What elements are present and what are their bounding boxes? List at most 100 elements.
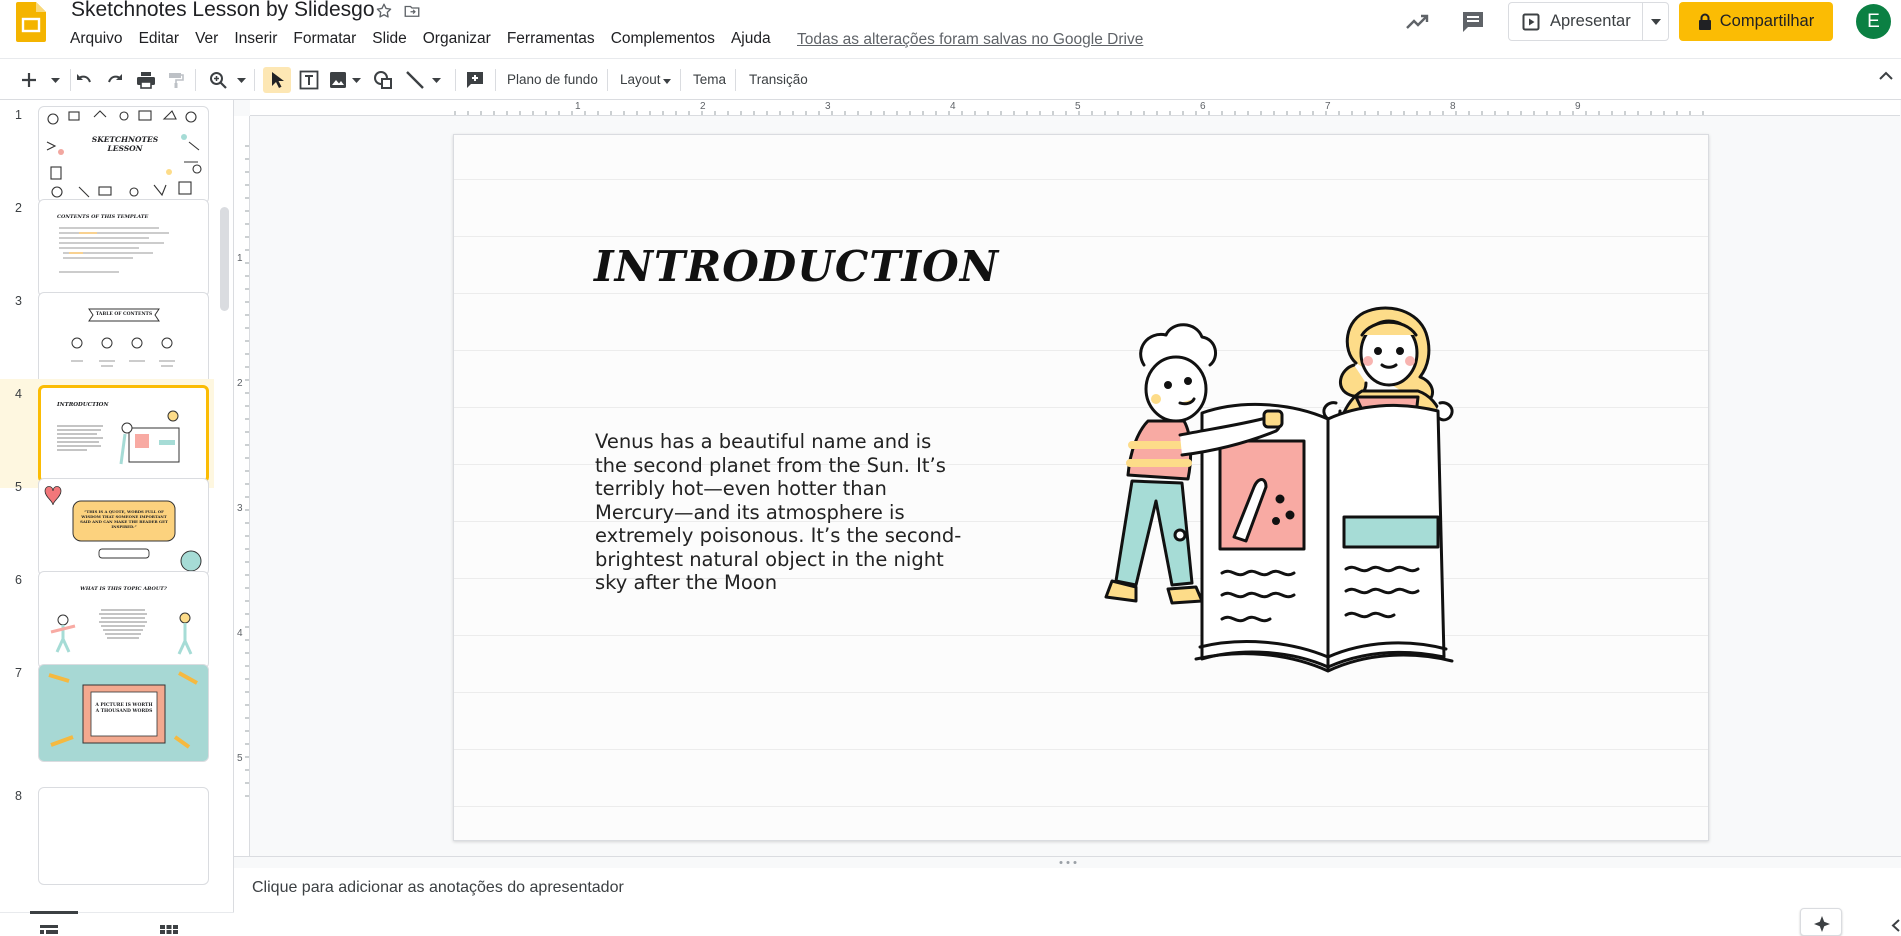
menu-complementos[interactable]: Complementos — [611, 30, 715, 48]
filmstrip-slide[interactable]: 8 — [0, 751, 214, 885]
slide-thumbnail[interactable] — [38, 787, 209, 885]
slide-number: 2 — [15, 201, 22, 215]
slide-thumbnail[interactable]: SKETCHNOTES LESSON — [38, 106, 209, 204]
insert-image-dropdown[interactable] — [350, 67, 362, 93]
slide-thumbnail-title: WHAT IS THIS TOPIC ABOUT? — [80, 586, 167, 592]
menu-organizar[interactable]: Organizar — [423, 30, 491, 48]
slide-number: 1 — [15, 108, 22, 122]
explore-button[interactable] — [1800, 908, 1842, 936]
slide-body-text[interactable]: Venus has a beautiful name and is the se… — [595, 430, 967, 595]
zoom-button[interactable] — [206, 67, 230, 93]
slide-thumbnail-title: CONTENTS OF THIS TEMPLATE — [57, 214, 149, 220]
menu-slide[interactable]: Slide — [372, 30, 406, 48]
toolbar: Plano de fundo Layout Tema Transição — [0, 58, 1901, 100]
chevron-down-icon — [1650, 18, 1661, 25]
current-slide[interactable]: INTRODUCTION Venus has a beautiful name … — [453, 134, 1709, 841]
insert-image-button[interactable] — [326, 67, 350, 93]
toolbar-divider — [607, 69, 608, 91]
comments-icon[interactable] — [1459, 8, 1487, 36]
share-label: Compartilhar — [1719, 12, 1815, 30]
slide-number: 7 — [15, 666, 22, 680]
menu-editar[interactable]: Editar — [139, 30, 180, 48]
zoom-dropdown[interactable] — [234, 67, 248, 93]
share-button[interactable]: Compartilhar — [1679, 2, 1833, 41]
toolbar-divider — [680, 69, 681, 91]
select-tool-button[interactable] — [263, 67, 291, 93]
theme-button[interactable]: Tema — [693, 72, 726, 87]
chevron-down-icon — [50, 77, 60, 83]
speaker-notes-panel[interactable]: Clique para adicionar as anotações do ap… — [234, 868, 1901, 933]
ruler-number: 2 — [700, 101, 706, 112]
slide-filmstrip: 1 SKETCHNOTES LESSON 2 CONTENTS OF THIS … — [0, 100, 234, 933]
table-of-contents-thumbnail-icon — [71, 308, 175, 367]
layout-button[interactable]: Layout — [620, 72, 661, 87]
chevron-up-icon[interactable] — [1878, 71, 1894, 81]
present-main-button[interactable]: Apresentar — [1509, 3, 1643, 40]
redo-button[interactable] — [103, 67, 127, 93]
ruler-number: 7 — [1325, 101, 1331, 112]
slide-thumbnail[interactable]: INTRODUCTION — [38, 385, 209, 483]
menu-arquivo[interactable]: Arquivo — [70, 30, 123, 48]
active-view-indicator — [30, 911, 78, 914]
kids-reading-book-illustration[interactable] — [1084, 285, 1544, 725]
shape-icon — [374, 71, 392, 89]
doodles-thumbnail-icon — [46, 110, 202, 198]
new-slide-button[interactable] — [18, 67, 40, 93]
drag-handle-icon — [1059, 861, 1077, 864]
slide-thumbnail[interactable]: WHAT IS THIS TOPIC ABOUT? — [38, 571, 209, 669]
text-box-icon — [299, 70, 319, 90]
print-icon — [137, 72, 155, 89]
ruler-number: 8 — [1450, 101, 1456, 112]
present-icon — [1522, 13, 1540, 30]
slide-thumbnail[interactable]: CONTENTS OF THIS TEMPLATE — [38, 199, 209, 297]
line-button[interactable] — [402, 67, 428, 93]
menu-ver[interactable]: Ver — [195, 30, 218, 48]
slide-thumbnail-title: INTRODUCTION — [57, 402, 109, 408]
paint-format-button[interactable] — [164, 67, 188, 93]
slide-number: 5 — [15, 480, 22, 494]
filmstrip-scrollbar[interactable] — [220, 207, 229, 311]
ruler-number: 3 — [237, 503, 243, 514]
menu-ajuda[interactable]: Ajuda — [731, 30, 771, 48]
add-comment-button[interactable] — [462, 67, 488, 93]
undo-button[interactable] — [72, 67, 96, 93]
star-icon[interactable] — [375, 2, 393, 20]
present-options-dropdown[interactable] — [1643, 18, 1668, 25]
slides-logo-icon[interactable] — [16, 2, 46, 42]
ruler-number: 3 — [825, 101, 831, 112]
save-status-link[interactable]: Todas as alterações foram salvas no Goog… — [797, 31, 1143, 49]
activity-trend-icon[interactable] — [1403, 8, 1431, 36]
present-button: Apresentar — [1508, 2, 1669, 41]
print-button[interactable] — [133, 67, 159, 93]
speaker-notes-placeholder[interactable]: Clique para adicionar as anotações do ap… — [252, 879, 624, 897]
lock-icon — [1698, 13, 1711, 30]
slide-thumbnail-title: TABLE OF CONTENTS — [95, 312, 153, 317]
new-slide-layout-dropdown[interactable] — [47, 67, 63, 93]
menu-inserir[interactable]: Inserir — [234, 30, 277, 48]
move-to-folder-icon[interactable] — [403, 2, 421, 20]
account-avatar[interactable]: E — [1856, 4, 1891, 39]
ruler-number: 6 — [1200, 101, 1206, 112]
notes-resize-handle[interactable] — [234, 856, 1901, 868]
transition-button[interactable]: Transição — [749, 72, 808, 87]
chevron-down-icon[interactable] — [663, 79, 671, 84]
background-button[interactable]: Plano de fundo — [507, 72, 598, 87]
vertical-ruler[interactable]: 1 2 3 4 5 — [234, 116, 250, 856]
text-box-button[interactable] — [296, 67, 322, 93]
slide-thumbnail[interactable]: TABLE OF CONTENTS — [38, 292, 209, 390]
menu-ferramentas[interactable]: Ferramentas — [507, 30, 595, 48]
shape-button[interactable] — [370, 67, 396, 93]
line-dropdown[interactable] — [430, 67, 442, 93]
app-header: Sketchnotes Lesson by Slidesgo Arquivo E… — [0, 0, 1901, 58]
side-panel-toggle-icon[interactable] — [1890, 918, 1901, 933]
menu-formatar[interactable]: Formatar — [293, 30, 356, 48]
slide-number: 4 — [15, 387, 22, 401]
slide-thumbnail-title: A PICTURE IS WORTH A THOUSAND WORDS — [95, 703, 153, 714]
horizontal-ruler[interactable]: 1 2 3 4 5 6 7 8 9 — [250, 100, 1900, 116]
slide-thumbnail[interactable]: A PICTURE IS WORTH A THOUSAND WORDS — [38, 664, 209, 762]
slide-title[interactable]: INTRODUCTION — [594, 242, 999, 291]
document-title[interactable]: Sketchnotes Lesson by Slidesgo — [71, 0, 375, 22]
notebook-line — [454, 179, 1708, 180]
ruler-number: 2 — [237, 378, 243, 389]
slide-thumbnail[interactable]: “THIS IS A QUOTE, WORDS FULL OF WISDOM T… — [38, 478, 209, 576]
